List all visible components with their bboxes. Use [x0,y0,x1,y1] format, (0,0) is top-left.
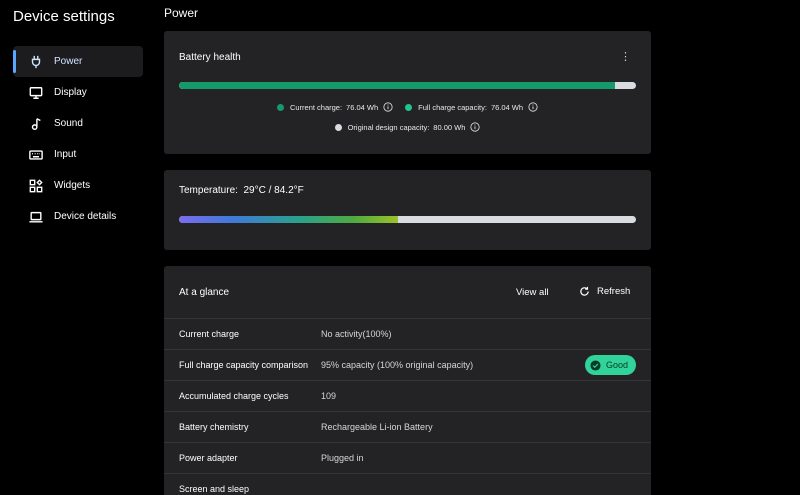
sidebar-item-label: Power [54,56,83,67]
table-row: Current charge No activity(100%) [164,318,651,349]
temperature-value: 29°C / 84.2°F [243,185,304,196]
table-row: Screen and sleep [164,473,651,495]
row-label: Screen and sleep [179,484,250,494]
row-label: Power adapter [179,453,238,463]
sidebar-nav: Power Display Sound Input Widgets Device… [13,46,143,232]
at-a-glance-card: At a glance View all Refresh Current cha… [164,266,651,495]
info-icon[interactable] [383,102,393,112]
row-value: No activity(100%) [321,329,392,339]
page-title: Power [164,6,199,20]
sidebar: Device settings Power Display Sound Inpu… [0,0,155,495]
battery-health-bar-fill [179,82,616,89]
temperature-title: Temperature: 29°C / 84.2°F [179,185,304,196]
table-row: Battery chemistry Rechargeable Li-ion Ba… [164,411,651,442]
laptop-icon [29,210,43,224]
info-icon[interactable] [528,102,538,112]
table-row: Full charge capacity comparison 95% capa… [164,349,651,380]
row-label: Current charge [179,329,240,339]
row-value: 109 [321,391,337,401]
row-value: Rechargeable Li-ion Battery [321,422,433,432]
refresh-label: Refresh [597,286,631,297]
device-settings-app: Device settings Power Display Sound Inpu… [0,0,800,495]
table-row: Power adapter Plugged in [164,442,651,473]
battery-legend-row-2: Original design capacity: 80.00 Wh [164,122,651,132]
battery-legend-row-1: Current charge: 76.04 Wh Full charge cap… [164,102,651,112]
table-row: Accumulated charge cycles 109 [164,380,651,411]
sidebar-item-device-details[interactable]: Device details [13,201,143,232]
legend-full-charge-capacity: Full charge capacity: 76.04 Wh [405,102,538,112]
legend-label: Original design capacity: [347,122,430,132]
legend-dot-icon [334,123,342,131]
status-badge-label: Good [606,360,629,370]
legend-label: Current charge: [289,102,343,112]
legend-dot-icon [405,103,413,111]
check-circle-icon [590,359,601,371]
view-all-link[interactable]: View all [516,287,549,298]
sidebar-item-label: Input [54,149,77,160]
plug-icon [29,55,43,69]
legend-label: Full charge capacity: [418,102,487,112]
temperature-label: Temperature: [179,185,238,196]
sidebar-item-power[interactable]: Power [13,46,143,77]
sidebar-item-label: Widgets [54,180,91,191]
sidebar-item-display[interactable]: Display [13,77,143,108]
info-icon[interactable] [470,122,480,132]
legend-value: 80.00 Wh [433,122,466,132]
sidebar-item-sound[interactable]: Sound [13,108,143,139]
temperature-bar-fill [179,216,399,223]
at-a-glance-table: Current charge No activity(100%) Full ch… [164,318,651,495]
row-label: Full charge capacity comparison [179,360,309,370]
legend-dot-icon [276,103,284,111]
refresh-button[interactable]: Refresh [579,286,630,297]
monitor-icon [29,86,43,100]
row-label: Accumulated charge cycles [179,391,289,401]
status-badge: Good [585,355,636,375]
music-note-icon [29,117,43,131]
sidebar-item-label: Sound [54,118,83,129]
sidebar-item-label: Display [54,87,87,98]
app-title: Device settings [13,8,115,25]
at-a-glance-header: At a glance View all Refresh [164,266,651,318]
widgets-icon [29,178,43,193]
battery-health-card: Battery health ⋮ Current charge: 76.04 W… [164,31,651,154]
sidebar-item-input[interactable]: Input [13,139,143,170]
row-label: Battery chemistry [179,422,249,432]
battery-health-bar [179,82,636,89]
row-value: 95% capacity (100% original capacity) [321,360,474,370]
kebab-menu-icon[interactable]: ⋮ [620,52,631,63]
row-value: Plugged in [321,453,364,463]
temperature-card: Temperature: 29°C / 84.2°F [164,170,651,250]
legend-current-charge: Current charge: 76.04 Wh [276,102,393,112]
legend-value: 76.04 Wh [346,102,379,112]
keyboard-icon [29,148,43,162]
legend-value: 76.04 Wh [490,102,524,112]
sidebar-item-label: Device details [54,211,117,222]
sidebar-item-widgets[interactable]: Widgets [13,170,143,201]
temperature-bar [179,216,636,223]
legend-original-design-capacity: Original design capacity: 80.00 Wh [334,122,481,132]
at-a-glance-title: At a glance [179,287,230,298]
battery-health-title: Battery health [179,52,241,63]
refresh-icon [580,286,589,296]
